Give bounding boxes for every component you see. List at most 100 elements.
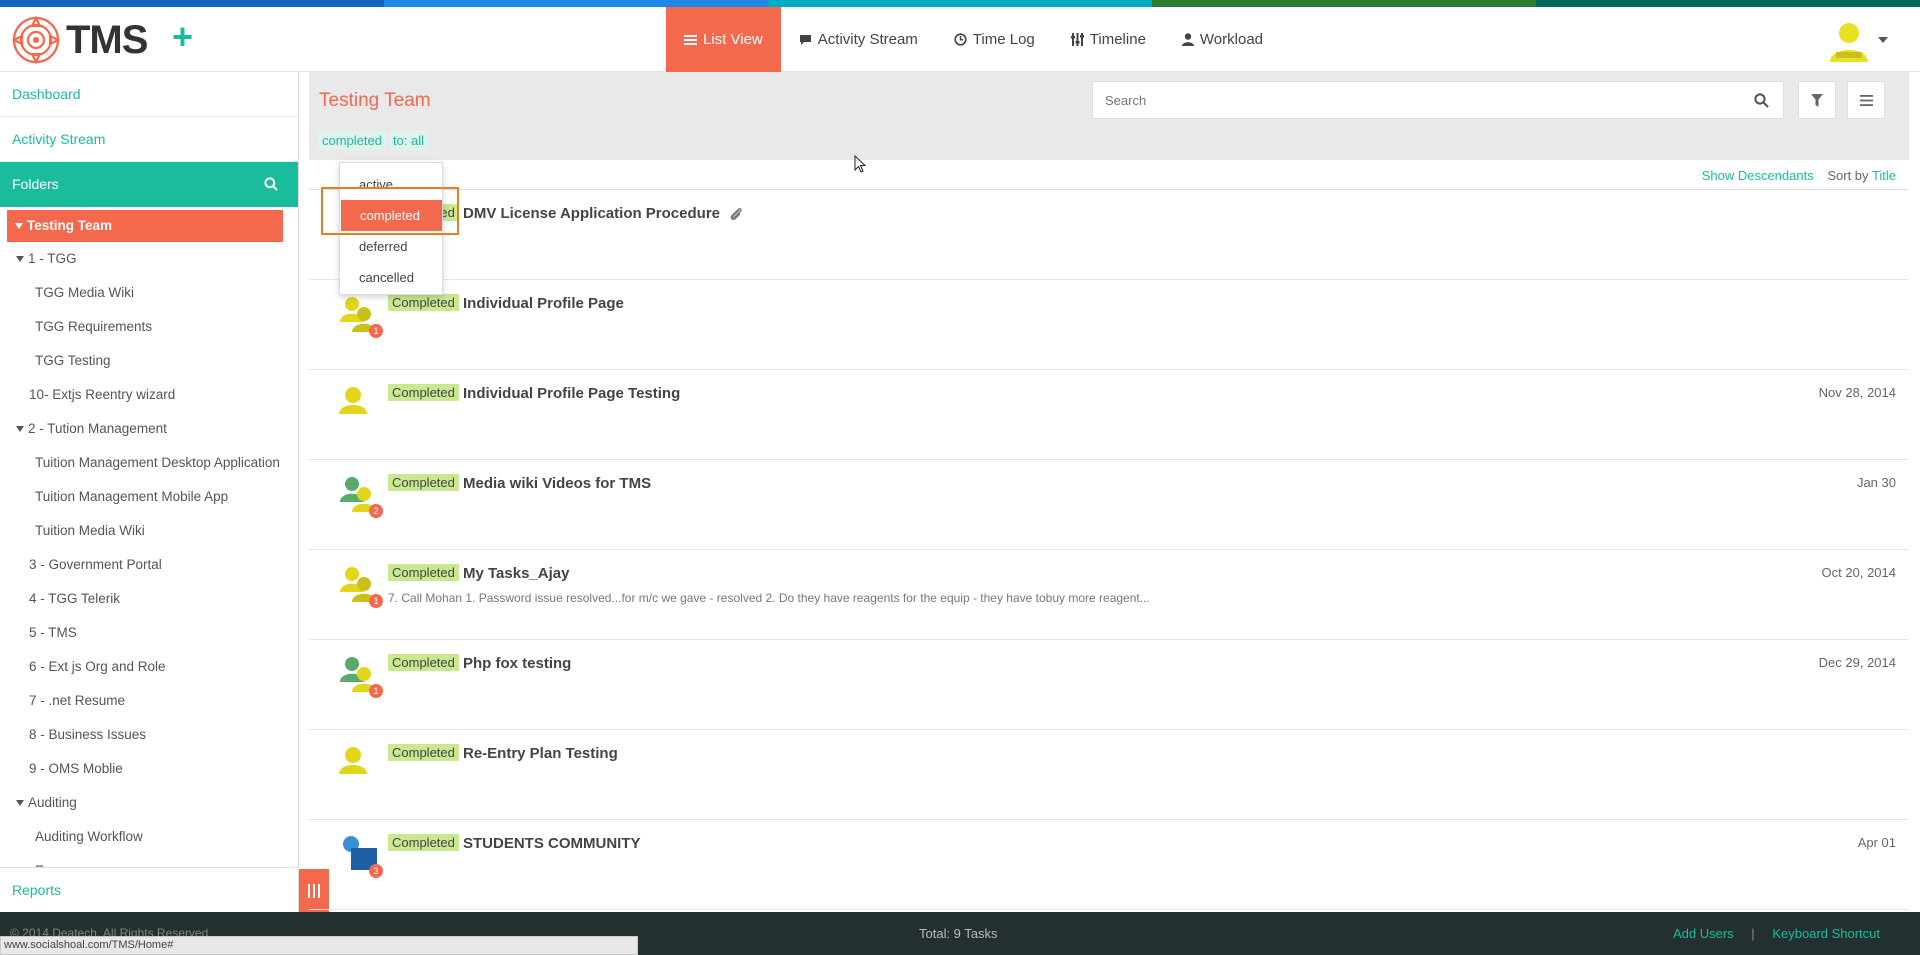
tree-item[interactable]: 3 - Government Portal: [0, 548, 298, 582]
tree-item-label: 1 - TGG: [28, 251, 77, 266]
tree-item[interactable]: 6 - Ext js Org and Role: [0, 650, 298, 684]
user-avatar[interactable]: [1828, 20, 1870, 62]
assignee-avatar[interactable]: [339, 744, 379, 784]
footer-separator: |: [1751, 926, 1755, 941]
tree-item[interactable]: 2 - Tution Management: [0, 412, 298, 446]
show-descendants-link[interactable]: Show Descendants: [1702, 168, 1814, 183]
tree-item[interactable]: Tuition Management Mobile App: [0, 480, 298, 514]
tree-item-label: Auditing Workflow: [35, 829, 143, 844]
add-users-link[interactable]: Add Users: [1673, 926, 1734, 941]
browser-status-url: www.socialshoal.com/TMS/Home#: [0, 936, 638, 955]
user-icon: [1181, 33, 1194, 46]
status-option-cancelled[interactable]: cancelled: [340, 262, 442, 293]
list-toolbar: Show Descendants Sort by Title: [309, 160, 1909, 190]
nav-timeline[interactable]: Timeline: [1053, 7, 1164, 72]
tree-item[interactable]: 8 - Business Issues: [0, 718, 298, 752]
tree-item[interactable]: 7 - .net Resume: [0, 684, 298, 718]
filter-button[interactable]: [1798, 81, 1836, 119]
assignee-filter-tag[interactable]: to: all: [388, 131, 429, 150]
task-title[interactable]: Individual Profile Page Testing: [463, 385, 680, 402]
status-option-completed[interactable]: completed: [341, 200, 442, 231]
search-input[interactable]: [1093, 82, 1713, 118]
folders-label: Folders: [12, 176, 59, 192]
status-badge: Completed: [388, 654, 459, 671]
status-badge: Completed: [388, 744, 459, 761]
app-header: TMS + List View Activity Stream Time Log…: [0, 7, 1920, 72]
tree-item[interactable]: TGG Testing: [0, 344, 298, 378]
assignee-avatar[interactable]: [339, 384, 379, 424]
tree-item[interactable]: Tuition Media Wiki: [0, 514, 298, 548]
tree-item-label: 3 - Government Portal: [29, 557, 162, 572]
nav-list-view[interactable]: List View: [666, 7, 781, 72]
task-title[interactable]: Individual Profile Page: [463, 295, 624, 312]
tree-item-label: TGG Media Wiki: [35, 285, 135, 300]
task-row[interactable]: 1 Completed Individual Profile Page: [309, 280, 1909, 370]
main-content: Testing Team completed to: all Show Desc…: [309, 72, 1909, 912]
main-nav: List View Activity Stream Time Log Timel…: [666, 7, 1281, 72]
nav-label: List View: [703, 31, 763, 48]
task-row[interactable]: Completed Individual Profile Page Testing…: [309, 370, 1909, 460]
caret-down-icon[interactable]: [16, 256, 24, 263]
task-title[interactable]: Media wiki Videos for TMS: [463, 475, 651, 492]
status-option-deferred[interactable]: deferred: [340, 231, 442, 262]
task-title[interactable]: Re-Entry Plan Testing: [463, 745, 618, 762]
sidebar-reports[interactable]: Reports: [0, 867, 298, 912]
mouse-cursor-icon: [854, 155, 866, 173]
tree-item[interactable]: TGG Media Wiki: [0, 276, 298, 310]
tree-item-label: 4 - TGG Telerik: [29, 591, 121, 606]
caret-down-icon[interactable]: [15, 223, 23, 230]
nav-workload[interactable]: Workload: [1164, 7, 1281, 72]
task-list: Completed DMV License Application Procedu…: [309, 190, 1909, 910]
top-color-stripe: [0, 0, 1920, 7]
task-title[interactable]: STUDENTS COMMUNITY: [463, 835, 641, 852]
status-badge: Completed: [388, 474, 459, 491]
tree-item[interactable]: 5 - TMS: [0, 616, 298, 650]
caret-down-icon[interactable]: [16, 426, 24, 433]
caret-down-icon[interactable]: [16, 800, 24, 807]
user-menu-caret-icon[interactable]: [1878, 37, 1888, 43]
tree-item[interactable]: TGG Requirements: [0, 310, 298, 344]
list-icon: [684, 34, 697, 45]
tree-item[interactable]: Testing Team: [7, 210, 283, 242]
task-title[interactable]: My Tasks_Ajay: [463, 565, 569, 582]
status-option-active[interactable]: active: [340, 169, 442, 200]
tree-item[interactable]: Auditing: [0, 786, 298, 820]
total-tasks: Total: 9 Tasks: [919, 926, 998, 941]
folder-search-icon[interactable]: [264, 177, 278, 191]
sort-field-link[interactable]: Title: [1872, 168, 1896, 183]
tree-item-label: 5 - TMS: [29, 625, 77, 640]
status-filter-tag[interactable]: completed: [318, 131, 386, 150]
tree-item[interactable]: Tuition Management Desktop Application: [0, 446, 298, 480]
menu-button[interactable]: [1847, 81, 1885, 119]
tree-item[interactable]: Auditing Workflow: [0, 820, 298, 854]
tree-item[interactable]: 10- Extjs Reentry wizard: [0, 378, 298, 412]
sidebar: Dashboard Activity Stream Folders Testin…: [0, 72, 299, 912]
task-row[interactable]: 1 Completed My Tasks_Ajay Oct 20, 2014 7. Ca…: [309, 550, 1909, 640]
status-badge: Completed: [388, 294, 459, 311]
sidebar-dashboard[interactable]: Dashboard: [0, 72, 298, 117]
task-row[interactable]: 3 Completed STUDENTS COMMUNITY Apr 01: [309, 820, 1909, 910]
task-row[interactable]: 1 Completed Php fox testing Dec 29, 2014: [309, 640, 1909, 730]
tree-item[interactable]: 4 - TGG Telerik: [0, 582, 298, 616]
nav-time-log[interactable]: Time Log: [936, 7, 1053, 72]
add-button[interactable]: +: [172, 19, 193, 55]
app-logo[interactable]: TMS: [10, 14, 148, 66]
task-title[interactable]: Php fox testing: [463, 655, 571, 672]
tree-item[interactable]: 1 - TGG: [0, 242, 298, 276]
nav-label: Timeline: [1089, 31, 1146, 48]
task-row[interactable]: CompletedDMV License Application Procedu…: [309, 190, 1909, 280]
tree-item[interactable]: 9 - OMS Moblie: [0, 752, 298, 786]
task-date: Apr 01: [1857, 835, 1896, 850]
keyboard-shortcut-link[interactable]: Keyboard Shortcut: [1772, 926, 1880, 941]
task-row[interactable]: 2 Completed Media wiki Videos for TMS Jan 3…: [309, 460, 1909, 550]
search-icon[interactable]: [1754, 93, 1769, 108]
task-date: Jan 30: [1856, 475, 1896, 490]
folder-tree: Testing Team 1 - TGG TGG Media Wiki TGG Req…: [0, 207, 298, 887]
comment-icon: [799, 34, 811, 45]
task-row[interactable]: Completed Re-Entry Plan Testing: [309, 730, 1909, 820]
tree-item-label: 6 - Ext js Org and Role: [29, 659, 166, 674]
task-title[interactable]: DMV License Application Procedure: [463, 205, 720, 222]
sidebar-activity-stream[interactable]: Activity Stream: [0, 117, 298, 162]
active-filters: completed to: all: [318, 131, 431, 150]
nav-activity-stream[interactable]: Activity Stream: [781, 7, 936, 72]
